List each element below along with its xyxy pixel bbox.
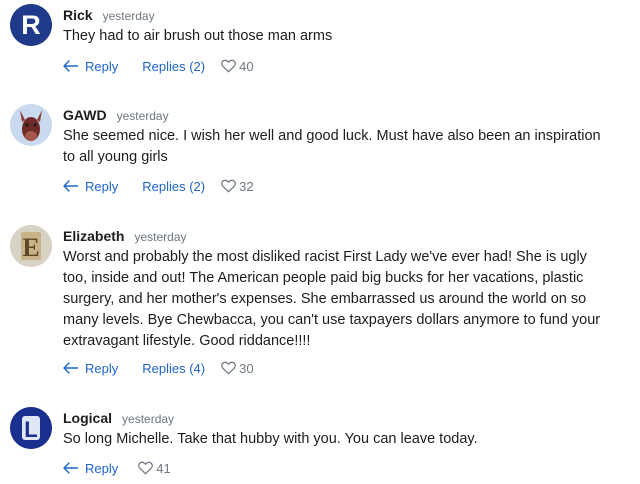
svg-text:R: R — [21, 10, 41, 40]
avatar-elizabeth[interactable]: E — [10, 225, 52, 267]
timestamp: yesterday — [116, 109, 169, 123]
comment-gawd: GAWD yesterday She seemed nice. I wish he… — [0, 100, 640, 210]
author-name[interactable]: GAWD yesterday — [63, 107, 169, 123]
reply-arrow-icon — [63, 462, 79, 474]
comment-actions: Reply 41 — [63, 458, 171, 478]
comment-text: She seemed nice. I wish her well and goo… — [63, 128, 601, 165]
like-button[interactable]: 41 — [138, 460, 171, 476]
comment-actions: Reply Replies (4) 30 — [63, 358, 254, 378]
comment-actions: Reply Replies (2) 40 — [63, 56, 254, 76]
replies-button[interactable]: Replies (2) — [142, 59, 205, 74]
like-count: 32 — [239, 178, 254, 194]
reply-arrow-icon — [63, 362, 79, 374]
svg-text:L: L — [24, 417, 37, 442]
like-count: 30 — [239, 360, 254, 376]
reply-arrow-icon — [63, 60, 79, 72]
reply-button[interactable]: Reply — [63, 461, 118, 476]
timestamp: yesterday — [122, 412, 175, 426]
reply-button[interactable]: Reply — [63, 179, 118, 194]
heart-icon — [138, 461, 154, 475]
comment-text: So long Michelle. Take that hubby with y… — [63, 431, 478, 447]
author-name[interactable]: Elizabeth yesterday — [63, 228, 187, 244]
comment-elizabeth: E Elizabeth yesterday Worst and probably … — [0, 221, 640, 391]
comment-rick: R Rick yesterday They had to air brush ou… — [0, 0, 640, 90]
avatar-gawd[interactable] — [10, 104, 52, 146]
heart-icon — [221, 361, 236, 375]
avatar-letter-e-icon: E — [10, 225, 52, 267]
avatar-letter-l-icon: L — [10, 407, 52, 449]
author-name[interactable]: Rick yesterday — [63, 7, 155, 23]
replies-button[interactable]: Replies (2) — [142, 179, 205, 194]
avatar-rick[interactable]: R — [10, 4, 52, 46]
like-count: 41 — [156, 460, 171, 476]
comment-text: They had to air brush out those man arms — [63, 28, 333, 44]
donkey-avatar-icon — [10, 104, 52, 146]
like-count: 40 — [239, 58, 254, 74]
avatar-logical[interactable]: L — [10, 407, 52, 449]
heart-icon — [221, 59, 236, 73]
like-button[interactable]: 40 — [221, 58, 254, 74]
avatar-letter-r-icon: R — [10, 4, 52, 46]
author-name[interactable]: Logical yesterday — [63, 410, 174, 426]
reply-button[interactable]: Reply — [63, 361, 118, 376]
comment-text: Worst and probably the most disliked rac… — [63, 249, 601, 349]
reply-arrow-icon — [63, 180, 79, 192]
comment-logical: L Logical yesterday So long Michelle. Tak… — [0, 403, 640, 483]
like-button[interactable]: 32 — [221, 178, 254, 194]
heart-icon — [221, 179, 236, 193]
svg-text:E: E — [22, 233, 39, 262]
timestamp: yesterday — [102, 9, 155, 23]
timestamp: yesterday — [134, 230, 187, 244]
reply-button[interactable]: Reply — [63, 59, 118, 74]
replies-button[interactable]: Replies (4) — [142, 361, 205, 376]
like-button[interactable]: 30 — [221, 360, 254, 376]
comment-actions: Reply Replies (2) 32 — [63, 176, 254, 196]
